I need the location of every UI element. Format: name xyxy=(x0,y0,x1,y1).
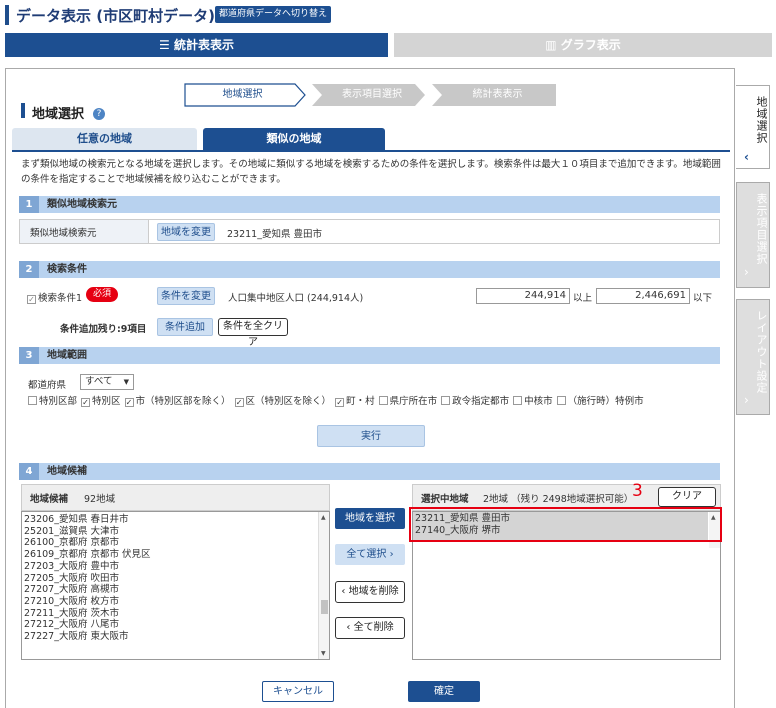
checkbox-empty-icon xyxy=(441,396,451,405)
step-1: 地域選択 xyxy=(222,89,263,100)
title-accent-bar xyxy=(5,5,9,25)
checkbox-empty-icon xyxy=(556,396,566,405)
ok-button[interactable]: 確定 xyxy=(408,681,480,702)
area-type-checkbox[interactable]: ✓ 特別区 xyxy=(81,396,121,407)
candidate-list[interactable]: 23206_愛知県 春日井市 25201_滋賀県 大津市 26100_京都府 京都市… xyxy=(21,511,330,660)
checkbox-checked-icon: ✓ xyxy=(335,398,345,407)
checkbox-empty-icon xyxy=(513,396,523,405)
select-area-button[interactable]: 地域を選択 xyxy=(335,508,405,529)
chevron-right-icon: › xyxy=(389,549,394,560)
chevron-left-icon: ‹ xyxy=(341,586,346,597)
candidate-item[interactable]: 27227_大阪府 東大阪市 xyxy=(24,631,151,643)
candidate-item[interactable]: 27203_大阪府 豊中市 xyxy=(24,561,151,573)
area-type-checkbox[interactable]: 中核市 xyxy=(513,396,553,407)
help-icon[interactable]: ? xyxy=(93,108,105,120)
area-type-checkbox[interactable]: ✓ 町・村 xyxy=(335,396,375,407)
cancel-button[interactable]: キャンセル xyxy=(262,681,334,702)
candidate-item[interactable]: 27212_大阪府 八尾市 xyxy=(24,619,151,631)
check-icon: ✓ xyxy=(27,295,36,304)
select-all-button[interactable]: 全て選択 › xyxy=(335,544,405,565)
side-tab-layout[interactable]: レイアウト設定 xyxy=(736,299,770,415)
candidate-count: 92地域 xyxy=(84,494,116,505)
step-3: 統計表表示 xyxy=(472,89,523,100)
chevron-left-icon: ‹ xyxy=(346,622,351,633)
candidate-item[interactable]: 23206_愛知県 春日井市 xyxy=(24,514,151,526)
section-title: 地域選択 xyxy=(32,107,85,122)
source-label: 類似地域検索元 xyxy=(19,219,149,244)
candidate-item[interactable]: 25201_滋賀県 大津市 xyxy=(24,526,151,538)
checkbox-checked-icon: ✓ xyxy=(124,398,134,407)
chevron-left-icon: ‹ xyxy=(744,150,749,164)
step-annotation: 3 xyxy=(632,481,643,501)
remove-area-button[interactable]: ‹ 地域を削除 xyxy=(335,581,405,603)
clear-conditions-button[interactable]: 条件を全クリア xyxy=(218,318,288,348)
description: まず類似地域の検索元となる地域を選択します。その地域に類似する地域を検索するため… xyxy=(21,159,721,185)
tab-underline xyxy=(12,150,730,152)
prefecture-label: 都道府県 xyxy=(28,380,67,391)
chevron-right-icon: › xyxy=(744,265,749,279)
tab-similar-area[interactable]: 類似の地域 xyxy=(203,128,385,150)
checkbox-empty-icon xyxy=(378,396,388,405)
list-icon: ☰ xyxy=(159,38,174,52)
remove-all-button[interactable]: ‹ 全て削除 xyxy=(335,617,405,639)
scroll-thumb[interactable] xyxy=(321,600,328,614)
area-type-checkbox[interactable]: ✓ 区（特別区を除く） xyxy=(234,396,331,407)
highlight-box xyxy=(409,507,722,542)
area-type-checkbox[interactable]: 特別区部 xyxy=(28,396,77,407)
checkbox-checked-icon: ✓ xyxy=(81,398,91,407)
run-button[interactable]: 実行 xyxy=(317,425,425,447)
side-tab-area[interactable]: 地域選択 xyxy=(736,85,770,169)
prefecture-select[interactable]: すべて ▼ xyxy=(80,374,134,390)
side-tab-items[interactable]: 表示項目選択 xyxy=(736,182,770,288)
page-title: データ表示 (市区町村データ) xyxy=(16,7,215,25)
min-suffix: 以上 xyxy=(573,293,593,304)
selected-count: 2地域 （残り 2498地域選択可能） xyxy=(483,494,634,505)
checkbox-checked-icon: ✓ xyxy=(234,398,244,407)
max-suffix: 以下 xyxy=(693,293,713,304)
section-4-header: 4 地域候補 xyxy=(19,463,720,480)
candidate-item[interactable]: 26100_京都府 京都市 xyxy=(24,537,151,549)
area-type-checkbox[interactable]: 政令指定都市 xyxy=(441,396,509,407)
candidate-item[interactable]: 26109_京都府 京都市 伏見区 xyxy=(24,549,151,561)
scroll-up-icon[interactable]: ▲ xyxy=(321,514,326,521)
area-type-checkbox[interactable]: （施行時）特例市 xyxy=(556,396,644,407)
condition-value: 人口集中地区人口 (244,914人) xyxy=(228,293,364,304)
min-input[interactable]: 244,914 xyxy=(476,288,570,304)
selected-title: 選択中地域 xyxy=(421,494,469,505)
candidate-item[interactable]: 27210_大阪府 枚方市 xyxy=(24,596,151,608)
source-value: 23211_愛知県 豊田市 xyxy=(227,229,322,240)
condition-1: ✓ 検索条件1 xyxy=(27,293,83,304)
section-3-header: 3 地域範囲 xyxy=(19,347,720,364)
dropdown-arrow-icon: ▼ xyxy=(123,378,129,386)
change-condition-button[interactable]: 条件を変更 xyxy=(157,287,215,305)
section-2-header: 2 検索条件 xyxy=(19,261,720,278)
scrollbar[interactable]: ▲ ▼ xyxy=(318,512,329,659)
required-badge: 必須 xyxy=(86,287,118,302)
section-1-header: 1 類似地域検索元 xyxy=(19,196,720,213)
remaining-count: 条件追加残り:9項目 xyxy=(60,324,147,335)
candidate-item[interactable]: 27207_大阪府 高槻市 xyxy=(24,584,151,596)
clear-button[interactable]: クリア xyxy=(658,487,716,507)
candidate-item[interactable]: 27211_大阪府 茨木市 xyxy=(24,608,151,620)
step-2: 表示項目選択 xyxy=(342,89,402,100)
header: データ表示 (市区町村データ) 都道府県データへ切り替え xyxy=(0,0,776,30)
max-input[interactable]: 2,446,691 xyxy=(596,288,690,304)
scroll-down-icon[interactable]: ▼ xyxy=(321,650,326,657)
tab-graph[interactable]: ▥ グラフ表示 xyxy=(394,33,772,57)
checkbox-empty-icon xyxy=(28,396,37,405)
area-type-checkbox[interactable]: 県庁所在市 xyxy=(378,396,437,407)
candidate-item[interactable]: 27205_大阪府 吹田市 xyxy=(24,573,151,585)
bar-chart-icon: ▥ xyxy=(545,38,561,52)
tab-any-area[interactable]: 任意の地域 xyxy=(12,128,197,150)
tab-statistics-table[interactable]: ☰ 統計表表示 xyxy=(5,33,388,57)
switch-prefecture-button[interactable]: 都道府県データへ切り替え xyxy=(215,6,332,23)
area-type-checkbox[interactable]: ✓ 市（特別区部を除く） xyxy=(124,396,231,407)
candidate-title: 地域候補 xyxy=(30,494,69,505)
area-type-checks: 特別区部 ✓ 特別区 ✓ 市（特別区部を除く） ✓ 区（特別区を除く） ✓ 町・村 県庁所在市 政令… xyxy=(28,393,648,407)
chevron-right-icon: › xyxy=(744,393,749,407)
add-condition-button[interactable]: 条件追加 xyxy=(157,318,213,336)
change-area-button[interactable]: 地域を変更 xyxy=(157,223,215,241)
section-accent-bar xyxy=(21,103,25,118)
